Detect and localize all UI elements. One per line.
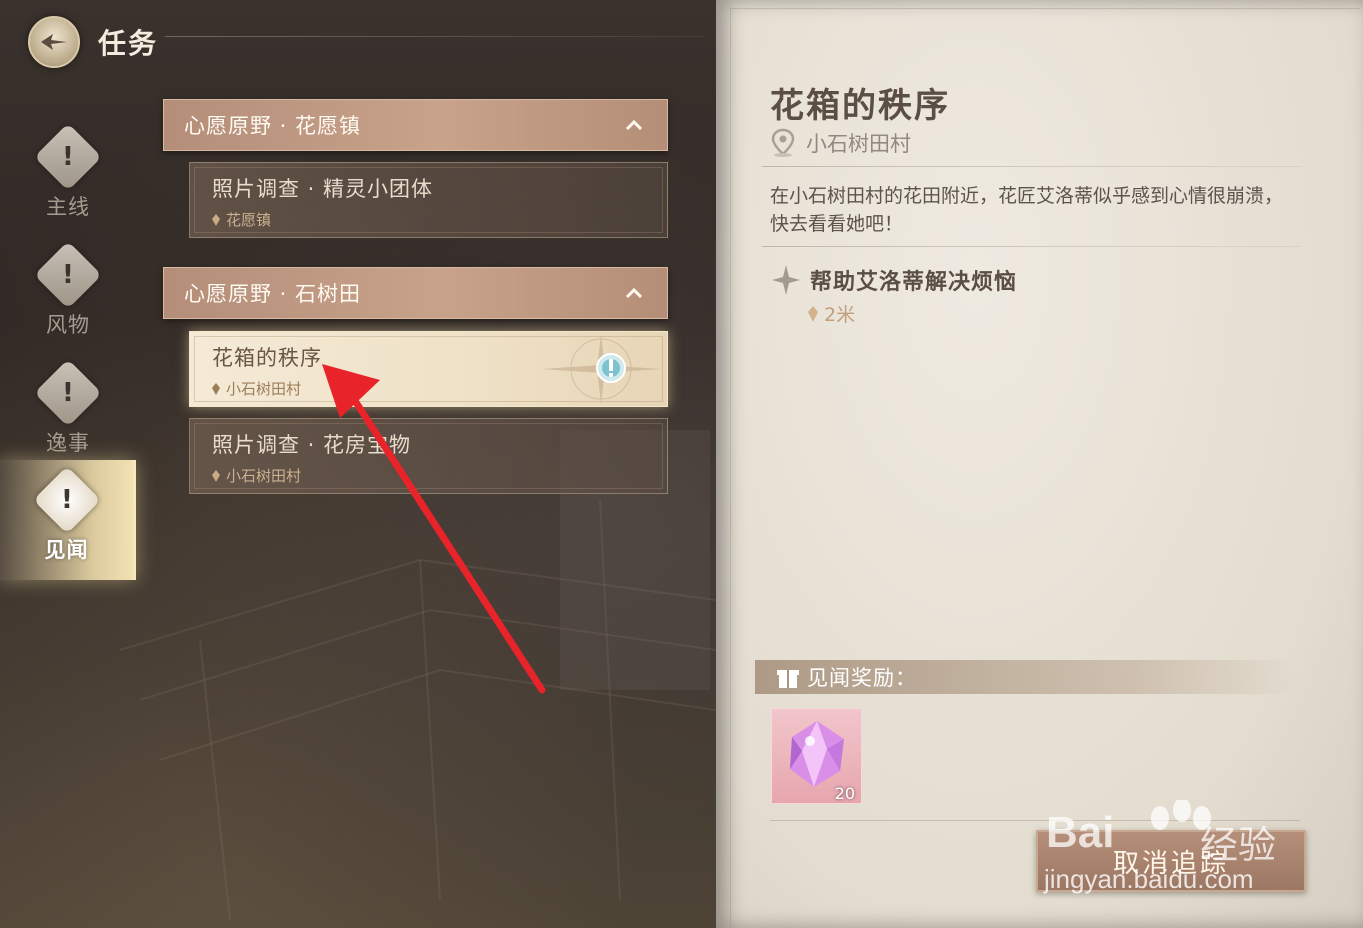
divider [762, 246, 1302, 247]
quest-location-text: 小石树田村 [226, 467, 302, 485]
watermark-text: Bai [1046, 808, 1115, 857]
detail-location: 小石树田村 [770, 128, 911, 158]
location-pin-icon [212, 382, 220, 395]
distance-row: 2米 [808, 300, 855, 327]
reward-count: 20 [834, 784, 855, 803]
group-header-huayuan[interactable]: 心愿原野 · 花愿镇 [163, 99, 668, 151]
objective-text: 帮助艾洛蒂解决烦恼 [810, 270, 1018, 295]
objective-star-icon [772, 265, 800, 295]
chevron-up-icon [625, 287, 643, 299]
quest-location: 小石树田村 [212, 465, 667, 486]
quest-exclaim-icon: ! [32, 466, 101, 534]
quest-exclaim-icon: ! [34, 123, 102, 191]
gift-icon [777, 670, 799, 688]
location-pin-icon [212, 469, 220, 482]
quest-title: 照片调查 · 花房宝物 [212, 433, 412, 457]
tracking-marker-icon [596, 353, 626, 383]
location-pin-icon [212, 213, 220, 226]
quest-exclaim-icon: ! [34, 241, 102, 309]
watermark-url: jingyan.baidu.com [1044, 864, 1254, 894]
quest-item[interactable]: 照片调查 · 精灵小团体 花愿镇 [189, 162, 668, 238]
detail-description: 在小石树田村的花田附近，花匠艾洛蒂似乎感到心情很崩溃，快去看看她吧！ [770, 185, 1284, 235]
distance-pin-icon [808, 305, 818, 322]
back-button[interactable] [28, 16, 80, 68]
quest-location: 花愿镇 [212, 209, 667, 230]
quest-location-text: 花愿镇 [226, 211, 272, 229]
reward-item[interactable]: 20 [771, 708, 862, 804]
header-divider [165, 36, 705, 37]
nav-label: 风物 [46, 313, 90, 337]
quest-item[interactable]: 照片调查 · 花房宝物 小石树田村 [189, 418, 668, 494]
distance-text: 2米 [824, 304, 856, 326]
nav-label: 主线 [46, 195, 90, 219]
quest-list-area: 任务 ! 主线 ! 风物 ! 逸事 ! 见闻 心愿原野 · 花愿镇 照片调查 ·… [0, 0, 716, 928]
nav-label: 见闻 [44, 538, 89, 562]
quest-exclaim-icon: ! [34, 359, 102, 427]
header: 任务 [28, 16, 158, 68]
group-label: 心愿原野 · 花愿镇 [184, 114, 362, 138]
quest-location-text: 小石树田村 [226, 380, 302, 398]
back-arrow-icon [41, 34, 67, 50]
reward-header: 见闻奖励： [755, 660, 1295, 694]
quest-title: 照片调查 · 精灵小团体 [212, 177, 434, 201]
quest-item-selected[interactable]: 花箱的秩序 小石树田村 [189, 331, 668, 407]
divider [762, 166, 1302, 167]
reward-label: 见闻奖励： [807, 666, 917, 690]
detail-location-text: 小石树田村 [806, 132, 911, 156]
nav-item-encounters[interactable]: ! 见闻 [0, 460, 136, 580]
page-title: 任务 [98, 27, 159, 60]
map-pin-icon [771, 128, 795, 157]
watermark-text: 经验 [1200, 823, 1277, 867]
group-label: 心愿原野 · 石树田 [184, 282, 362, 306]
group-header-shishutian[interactable]: 心愿原野 · 石树田 [163, 267, 668, 319]
detail-title: 花箱的秩序 [770, 86, 950, 126]
nav-item-main[interactable]: ! 主线 [0, 118, 136, 236]
nav-item-scenery[interactable]: ! 风物 [0, 236, 136, 354]
objective-row: 帮助艾洛蒂解决烦恼 [772, 264, 1017, 296]
nav-item-anecdote[interactable]: ! 逸事 [0, 354, 136, 472]
nav-label: 逸事 [46, 431, 90, 455]
chevron-up-icon [625, 119, 643, 131]
